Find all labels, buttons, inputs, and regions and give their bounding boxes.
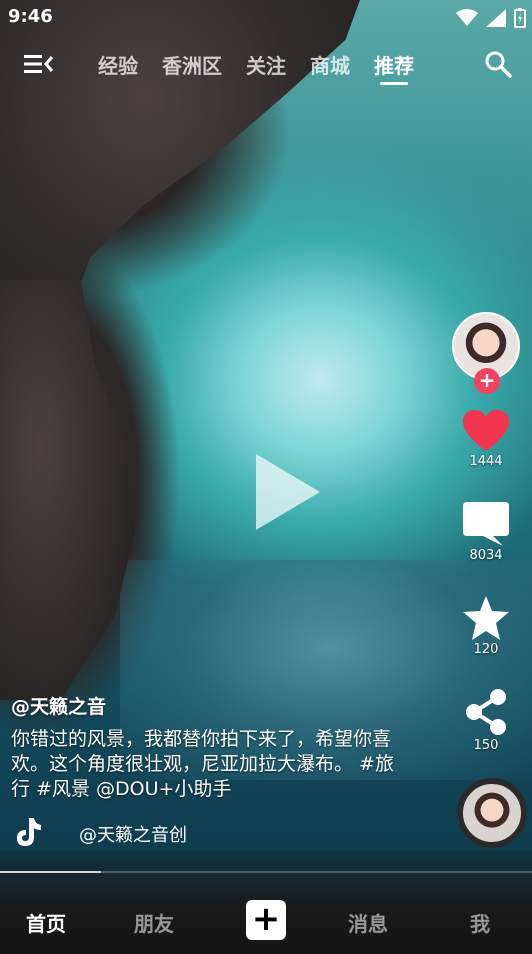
author-avatar-wrap[interactable]: + [452,312,520,394]
like-count: 1444 [469,454,503,469]
like-button[interactable]: 1444 [450,410,522,469]
follow-button[interactable]: + [474,368,500,394]
top-nav: 经验 香洲区 关注 商城 推荐 [0,44,532,85]
tab-experience[interactable]: 经验 [98,50,138,79]
nav-home[interactable]: 首页 [26,908,66,937]
wifi-icon [456,9,478,26]
video-progress[interactable] [0,871,532,873]
comment-button[interactable]: 8034 [450,502,522,563]
music-disc[interactable] [457,778,527,848]
comment-count: 8034 [469,548,503,563]
progress-fill [0,871,102,873]
nav-me[interactable]: 我 [470,908,490,937]
nav-messages[interactable]: 消息 [348,908,388,937]
tab-following[interactable]: 关注 [246,50,286,79]
top-tabs: 经验 香洲区 关注 商城 推荐 [98,50,414,85]
author-name[interactable]: @天籁之音 [11,692,411,719]
heart-icon [463,410,509,451]
add-button[interactable]: + [246,900,286,940]
favorite-count: 120 [473,642,499,657]
rock-wall [0,280,135,700]
video-description: 你错过的风景，我都替你拍下来了，希望你喜欢。这个角度很壮观，尼亚加拉大瀑布。 #… [11,728,394,800]
share-icon [466,689,506,735]
status-bar: 9:46 [0,0,532,34]
tab-mall[interactable]: 商城 [310,50,350,79]
comment-icon [463,502,509,546]
share-count: 150 [473,738,499,753]
star-icon [463,596,509,640]
play-icon[interactable] [256,454,320,530]
battery-icon [514,8,526,28]
nav-friends[interactable]: 朋友 [134,908,174,937]
music-row[interactable]: @天籁之音创 [11,816,431,850]
music-title: @天籁之音创 [79,825,187,846]
status-time: 9:46 [8,6,53,27]
search-icon[interactable] [484,50,512,78]
status-icons [456,8,526,28]
caption: @天籁之音 你错过的风景，我都替你拍下来了，希望你喜欢。这个角度很壮观，尼亚加拉… [11,692,411,802]
tiktok-icon [17,818,41,846]
bottom-nav: 首页 朋友 + 消息 我 [0,890,532,954]
menu-icon[interactable] [24,52,54,76]
signal-icon [486,9,506,27]
favorite-button[interactable]: 120 [450,596,522,657]
tab-xiangzhou[interactable]: 香洲区 [162,50,222,79]
tab-recommend[interactable]: 推荐 [374,50,414,85]
share-button[interactable]: 150 [450,688,522,753]
